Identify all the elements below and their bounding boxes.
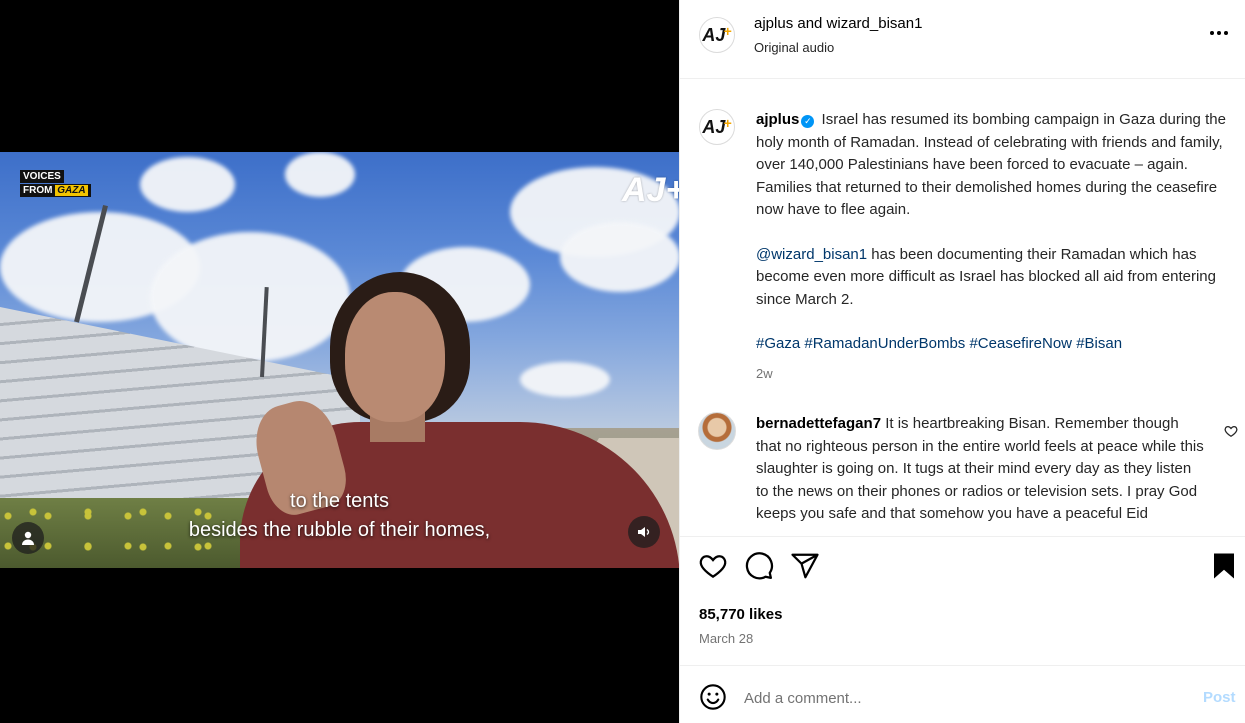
avatar-letters: AJ (702, 24, 726, 45)
action-bar (680, 551, 1245, 587)
video-player[interactable]: VOICES FROM GAZA AJ+ to the tents beside… (0, 0, 679, 723)
cloud (140, 157, 235, 212)
comment-bar-divider (680, 665, 1245, 666)
hashtags: #Gaza #RamadanUnderBombs #CeasefireNow #… (756, 333, 1240, 356)
ajplus-watermark: AJ+ (622, 171, 679, 209)
hashtag-link[interactable]: #Gaza (756, 335, 800, 352)
heart-icon[interactable] (698, 551, 728, 581)
more-options-button[interactable] (1209, 24, 1229, 36)
emoji-icon[interactable] (699, 683, 727, 711)
author-avatar[interactable]: AJ + (699, 17, 735, 53)
subtitle-line-2: besides the rubble of their homes, (188, 519, 491, 541)
hashtag-link[interactable]: #RamadanUnderBombs (804, 335, 965, 352)
face (345, 292, 445, 422)
caption-avatar[interactable]: AJ + (699, 109, 735, 145)
share-icon[interactable] (790, 551, 820, 581)
profile-tag-button[interactable] (12, 522, 44, 554)
logo-line-2: FROM GAZA (20, 184, 91, 197)
caption-paragraph-2: @wizard_bisan1 has been documenting thei… (756, 244, 1240, 312)
audio-label[interactable]: Original audio (754, 40, 834, 55)
likes-count[interactable]: 85,770 likes (699, 606, 782, 623)
bookmark-icon[interactable] (1209, 551, 1239, 581)
post-date[interactable]: March 28 (699, 631, 753, 646)
user-icon (22, 531, 34, 545)
comment-icon[interactable] (744, 551, 774, 581)
avatar-plus: + (723, 23, 732, 39)
post-caption: ajplus ✓ Israel has resumed its bombing c… (756, 109, 1240, 356)
comment-item: bernadettefagan7 It is heartbreaking Bis… (756, 413, 1206, 538)
comment-input[interactable] (744, 685, 1174, 711)
caption-username[interactable]: ajplus (756, 111, 799, 128)
avatar-plus: + (723, 115, 732, 131)
comment-bar: Post (680, 673, 1245, 723)
commenter-avatar[interactable] (698, 412, 736, 450)
more-icon (1210, 31, 1228, 35)
video-frame[interactable]: VOICES FROM GAZA AJ+ to the tents beside… (0, 152, 679, 568)
verified-icon: ✓ (801, 115, 815, 128)
comment-like-heart-icon[interactable] (1224, 424, 1238, 438)
logo-line-1: VOICES (20, 170, 64, 183)
comment-username[interactable]: bernadettefagan7 (756, 415, 881, 432)
cloud (285, 152, 355, 197)
mute-toggle-button[interactable] (628, 516, 660, 548)
caption-text-1: Israel has resumed its bombing campaign … (756, 111, 1226, 218)
actions-divider (680, 536, 1245, 537)
avatar-letters: AJ (702, 116, 726, 137)
subtitle-line-1: to the tents (290, 490, 389, 512)
hashtag-link[interactable]: #Bisan (1076, 335, 1122, 352)
caption-timestamp[interactable]: 2w (756, 366, 773, 381)
speaker-icon (638, 527, 650, 537)
voices-from-gaza-logo: VOICES FROM GAZA (20, 170, 92, 202)
mention-link[interactable]: @wizard_bisan1 (756, 246, 867, 263)
post-authors[interactable]: ajplus and wizard_bisan1 (754, 15, 922, 32)
post-panel: AJ + ajplus and wizard_bisan1 Original au… (679, 0, 1245, 723)
caption-paragraph-1: ajplus ✓ Israel has resumed its bombing c… (756, 109, 1240, 222)
post-comment-button[interactable]: Post (1203, 689, 1236, 706)
hashtag-link[interactable]: #CeasefireNow (969, 335, 1072, 352)
header-divider (680, 78, 1245, 79)
